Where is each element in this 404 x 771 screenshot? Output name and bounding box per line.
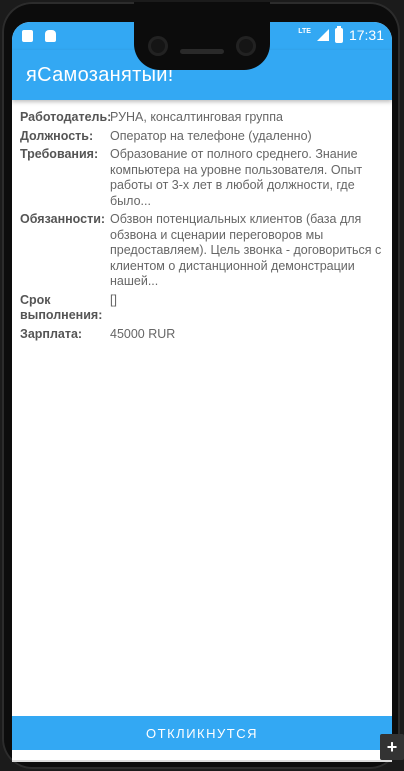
respond-button[interactable]: ОТКЛИКНУТСЯ xyxy=(12,716,392,750)
clock: 17:31 xyxy=(348,27,384,43)
battery-icon xyxy=(334,25,343,43)
detail-label: Работодатель: xyxy=(20,110,112,124)
phone-frame: LTE 17:31 яСамозанятый! Работодатель: РУ… xyxy=(2,2,400,769)
android-debug-icon xyxy=(45,30,56,42)
detail-label: Зарплата: xyxy=(20,326,83,341)
detail-row-position: Должность: Оператор на телефоне (удаленн… xyxy=(20,129,384,145)
detail-label: Должность: xyxy=(20,128,94,143)
detail-value: Оператор на телефоне (удаленно) xyxy=(110,128,312,143)
detail-value: Образование от полного среднего. Знание … xyxy=(110,147,363,208)
detail-value: РУНА, консалтинговая группа xyxy=(110,110,283,124)
network-type: LTE xyxy=(298,27,311,35)
detail-row-deadline: Срок выполнения: [] xyxy=(20,293,384,324)
detail-row-duties: Обязанности: Обзвон потенциальных клиент… xyxy=(20,212,384,290)
detail-row-salary: Зарплата: 45000 RUR xyxy=(20,327,384,343)
detail-row-employer: Работодатель: РУНА, консалтинговая групп… xyxy=(20,110,384,126)
front-sensor-icon xyxy=(236,36,256,56)
signal-icon xyxy=(316,29,329,41)
earpiece-speaker xyxy=(180,49,224,54)
detail-value: Обзвон потенциальных клиентов (база для … xyxy=(110,212,382,288)
detail-label: Требования: xyxy=(20,147,99,161)
detail-value: [] xyxy=(110,292,117,307)
divider xyxy=(12,760,392,762)
detail-row-requirements: Требования: Образование от полного средн… xyxy=(20,147,384,209)
vacancy-details: Работодатель: РУНА, консалтинговая групп… xyxy=(20,110,384,345)
detail-value: 45000 RUR xyxy=(110,326,176,341)
screen: LTE 17:31 яСамозанятый! Работодатель: РУ… xyxy=(12,22,392,762)
detail-label: Обязанности: xyxy=(20,212,106,226)
detail-label: Срок выполнения: xyxy=(20,292,103,323)
add-icon[interactable]: + xyxy=(380,734,404,760)
camera-notch xyxy=(134,2,270,70)
sd-card-icon xyxy=(22,30,33,42)
front-camera-icon xyxy=(148,36,168,56)
